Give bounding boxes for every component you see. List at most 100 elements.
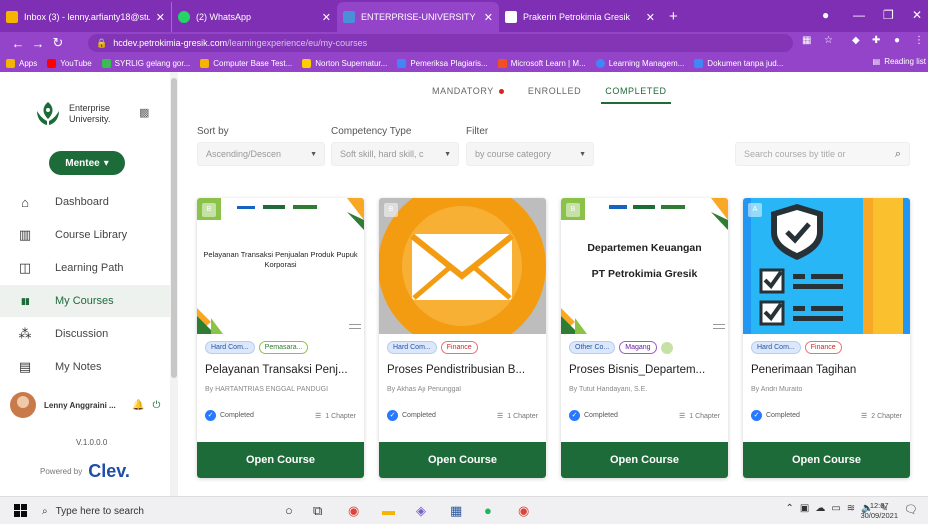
thumbnail-title-line-2: PT Petrokimia Gresik: [591, 268, 698, 280]
role-dropdown-button[interactable]: Mentee ▾: [49, 151, 125, 175]
course-thumbnail: Pelayanan Transaksi Penjualan Produk Pup…: [197, 198, 364, 334]
bookmark-microsoft-learn[interactable]: Microsoft Learn | M...: [497, 58, 586, 68]
chrome-icon[interactable]: ◉: [518, 503, 529, 519]
bookmark-plagiarism[interactable]: Pemeriksa Plagiaris...: [397, 58, 488, 68]
sidebar-item-discussion[interactable]: ⁂ Discussion: [0, 318, 170, 350]
new-tab-button[interactable]: +: [669, 8, 678, 25]
spotify-icon[interactable]: ●: [484, 503, 492, 518]
maximize-icon[interactable]: ❐: [883, 8, 894, 22]
star-icon[interactable]: ☆: [824, 35, 833, 46]
profile-icon[interactable]: ●: [894, 35, 900, 46]
open-course-button[interactable]: Open Course: [379, 442, 546, 478]
forward-arrow-icon[interactable]: →: [28, 36, 48, 51]
scrollbar-thumb[interactable]: [171, 78, 177, 378]
close-tab-icon[interactable]: ✕: [484, 11, 493, 24]
menu-kebab-icon[interactable]: ⋮: [914, 35, 924, 46]
open-course-button[interactable]: Open Course: [197, 442, 364, 478]
search-icon[interactable]: ⌕: [895, 148, 901, 161]
network-icon[interactable]: ▣: [800, 503, 809, 514]
bookmark-apps[interactable]: Apps: [6, 58, 37, 68]
sidebar-item-my-courses[interactable]: ▮▮ My Courses: [0, 285, 170, 317]
battery-icon[interactable]: ▭: [831, 503, 840, 514]
minimize-icon[interactable]: —: [853, 8, 865, 22]
brand-logo[interactable]: Enterprise University.: [33, 99, 110, 129]
bookmark-norton[interactable]: Norton Supernatur...: [302, 58, 387, 68]
sidebar-item-learning-path[interactable]: ◫ Learning Path: [0, 252, 170, 284]
translate-icon[interactable]: ▦: [802, 35, 811, 46]
course-search-input[interactable]: Search courses by title or ⌕: [735, 142, 910, 166]
tab-completed[interactable]: COMPLETED: [601, 86, 672, 104]
logout-icon[interactable]: ⏻: [152, 400, 160, 411]
course-card[interactable]: Departemen Keuangan PT Petrokimia Gresik…: [561, 198, 728, 478]
bookmark-icon: [595, 58, 605, 68]
browser-tab-enterprise-university[interactable]: ENTERPRISE-UNIVERSITY ✕: [337, 2, 499, 32]
tab-enrolled[interactable]: ENROLLED: [528, 86, 581, 104]
category-filter-select[interactable]: by course category ▼: [466, 142, 594, 166]
file-explorer-icon[interactable]: ▬: [382, 503, 395, 518]
sidebar-item-my-notes[interactable]: ▤ My Notes: [0, 351, 170, 383]
cortana-icon[interactable]: ○: [285, 503, 293, 518]
back-arrow-icon[interactable]: ←: [8, 36, 28, 51]
windows-start-icon[interactable]: [14, 504, 27, 517]
document-icon: [505, 11, 517, 23]
lock-icon: 🔒: [96, 37, 108, 48]
close-window-icon[interactable]: ✕: [912, 8, 922, 22]
sidebar-item-course-library[interactable]: ▥ Course Library: [0, 219, 170, 251]
url-field[interactable]: 🔒 hcdev.petrokimia-gresik.com /learninge…: [88, 34, 793, 52]
bookmark-dokumen[interactable]: Dokumen tanpa jud...: [694, 58, 783, 68]
status-label: Completed: [584, 412, 618, 419]
course-card[interactable]: Pelayanan Transaksi Penjualan Produk Pup…: [197, 198, 364, 478]
sort-value: Ascending/Descen: [206, 149, 282, 159]
open-course-button[interactable]: Open Course: [561, 442, 728, 478]
bookmark-label: Computer Base Test...: [213, 58, 293, 68]
profile-dot-icon[interactable]: ●: [822, 8, 829, 22]
taskbar-search-input[interactable]: ⌕ Type here to search: [42, 500, 262, 522]
bell-icon[interactable]: 🔔: [132, 400, 144, 411]
system-clock[interactable]: 12:37 30/09/2021: [860, 501, 898, 521]
course-card[interactable]: B Hard Com... Finance Proses Pendistribu…: [379, 198, 546, 478]
notification-icon[interactable]: 🗨: [904, 503, 918, 516]
more-tags-badge[interactable]: [660, 341, 673, 354]
extension-icon[interactable]: ◆: [852, 35, 860, 46]
calculator-icon[interactable]: ▦: [450, 503, 462, 519]
clipboard-icon: ▤: [18, 359, 32, 374]
qr-code-icon[interactable]: ▩: [139, 106, 149, 119]
chapter-label: 1 Chapter: [507, 412, 538, 420]
course-card[interactable]: A Hard Com... Finance Penerimaan Tagihan…: [743, 198, 910, 478]
cloud-icon[interactable]: ☁: [815, 503, 825, 514]
browser-tab-gmail[interactable]: Inbox (3) - lenny.arfianty18@stu... ✕: [0, 2, 172, 32]
sort-select[interactable]: Ascending/Descen ▼: [197, 142, 325, 166]
bookmark-computer-base-test[interactable]: Computer Base Test...: [200, 58, 293, 68]
tab-mandatory[interactable]: MANDATORY: [432, 86, 504, 104]
chevron-up-icon[interactable]: ⌃: [785, 503, 793, 514]
chrome-icon[interactable]: ◉: [348, 503, 359, 519]
sidebar-item-dashboard[interactable]: ⌂ Dashboard: [0, 186, 170, 218]
browser-tab-prakerin[interactable]: Prakerin Petrokimia Gresik ✕: [499, 2, 661, 32]
task-view-icon[interactable]: ⧉: [313, 503, 322, 519]
reading-list-icon: ▤: [872, 57, 881, 66]
reload-icon[interactable]: ↻: [48, 35, 68, 51]
user-profile[interactable]: Lenny Anggraini ... 🔔 ⏻: [10, 391, 170, 419]
competency-select[interactable]: Soft skill, hard skill, c ▼: [331, 142, 459, 166]
close-tab-icon[interactable]: ✕: [646, 11, 655, 24]
reading-list-button[interactable]: ▤ Reading list: [866, 57, 926, 66]
bookmark-learning-management[interactable]: Learning Managem...: [595, 58, 684, 68]
tab-label: MANDATORY: [432, 86, 494, 96]
wifi-icon[interactable]: ≋: [847, 503, 855, 514]
browser-tab-whatsapp[interactable]: (2) WhatsApp ✕: [172, 2, 337, 32]
sidebar-scrollbar[interactable]: [170, 72, 178, 496]
close-tab-icon[interactable]: ✕: [156, 11, 165, 24]
google-docs-icon: [694, 58, 704, 68]
avatar[interactable]: [10, 392, 36, 418]
open-course-button[interactable]: Open Course: [743, 442, 910, 478]
tab-label: Prakerin Petrokimia Gresik: [523, 12, 631, 22]
puzzle-icon[interactable]: ✚: [872, 35, 880, 46]
chapter-label: 1 Chapter: [325, 412, 356, 420]
app-icon[interactable]: ◈: [416, 503, 426, 519]
thumbnail-title: Pelayanan Transaksi Penjualan Produk Pup…: [203, 250, 358, 269]
bookmark-syrlig[interactable]: SYRLIG gelang gor...: [101, 58, 190, 68]
bookmark-youtube[interactable]: YouTube: [47, 58, 92, 68]
close-tab-icon[interactable]: ✕: [322, 11, 331, 24]
course-title: Proses Bisnis_Departem...: [569, 364, 706, 376]
chapter-label: 1 Chapter: [689, 412, 720, 420]
